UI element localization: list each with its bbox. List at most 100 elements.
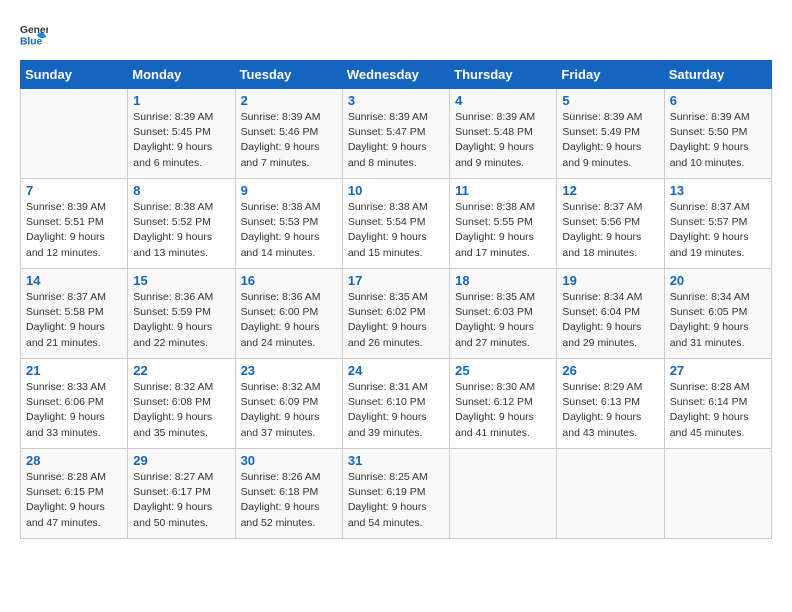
day-info: Sunrise: 8:35 AM Sunset: 6:02 PM Dayligh… (348, 290, 444, 351)
day-cell: 12 Sunrise: 8:37 AM Sunset: 5:56 PM Dayli… (557, 179, 664, 269)
day-number: 12 (562, 183, 658, 198)
day-cell: 1 Sunrise: 8:39 AM Sunset: 5:45 PM Daylig… (128, 89, 235, 179)
week-row-2: 7 Sunrise: 8:39 AM Sunset: 5:51 PM Daylig… (21, 179, 772, 269)
column-header-saturday: Saturday (664, 61, 771, 89)
day-info: Sunrise: 8:32 AM Sunset: 6:08 PM Dayligh… (133, 380, 229, 441)
day-number: 19 (562, 273, 658, 288)
day-cell: 27 Sunrise: 8:28 AM Sunset: 6:14 PM Dayli… (664, 359, 771, 449)
day-info: Sunrise: 8:39 AM Sunset: 5:47 PM Dayligh… (348, 110, 444, 171)
day-cell: 26 Sunrise: 8:29 AM Sunset: 6:13 PM Dayli… (557, 359, 664, 449)
day-number: 16 (241, 273, 337, 288)
day-cell: 21Sunrise: 8:33 AM Sunset: 6:06 PM Dayli… (21, 359, 128, 449)
day-cell: 20 Sunrise: 8:34 AM Sunset: 6:05 PM Dayli… (664, 269, 771, 359)
logo-icon: General Blue (20, 20, 48, 48)
day-info: Sunrise: 8:37 AM Sunset: 5:56 PM Dayligh… (562, 200, 658, 261)
day-cell: 29 Sunrise: 8:27 AM Sunset: 6:17 PM Dayli… (128, 449, 235, 539)
day-info: Sunrise: 8:39 AM Sunset: 5:51 PM Dayligh… (26, 200, 122, 261)
day-cell: 2 Sunrise: 8:39 AM Sunset: 5:46 PM Daylig… (235, 89, 342, 179)
day-info: Sunrise: 8:37 AM Sunset: 5:57 PM Dayligh… (670, 200, 766, 261)
day-number: 25 (455, 363, 551, 378)
day-number: 18 (455, 273, 551, 288)
week-row-4: 21Sunrise: 8:33 AM Sunset: 6:06 PM Dayli… (21, 359, 772, 449)
day-number: 4 (455, 93, 551, 108)
day-info: Sunrise: 8:38 AM Sunset: 5:53 PM Dayligh… (241, 200, 337, 261)
calendar-header: General Blue (20, 20, 772, 48)
day-cell: 11 Sunrise: 8:38 AM Sunset: 5:55 PM Dayli… (450, 179, 557, 269)
day-info: Sunrise: 8:33 AM Sunset: 6:06 PM Dayligh… (26, 380, 122, 441)
day-number: 13 (670, 183, 766, 198)
day-cell: 17 Sunrise: 8:35 AM Sunset: 6:02 PM Dayli… (342, 269, 449, 359)
day-info: Sunrise: 8:32 AM Sunset: 6:09 PM Dayligh… (241, 380, 337, 441)
day-number: 11 (455, 183, 551, 198)
week-row-3: 14 Sunrise: 8:37 AM Sunset: 5:58 PM Dayli… (21, 269, 772, 359)
day-number: 6 (670, 93, 766, 108)
day-number: 7 (26, 183, 122, 198)
column-header-thursday: Thursday (450, 61, 557, 89)
day-number: 2 (241, 93, 337, 108)
day-number: 26 (562, 363, 658, 378)
day-info: Sunrise: 8:35 AM Sunset: 6:03 PM Dayligh… (455, 290, 551, 351)
day-info: Sunrise: 8:28 AM Sunset: 6:14 PM Dayligh… (670, 380, 766, 441)
day-cell: 30Sunrise: 8:26 AM Sunset: 6:18 PM Dayli… (235, 449, 342, 539)
day-cell: 7 Sunrise: 8:39 AM Sunset: 5:51 PM Daylig… (21, 179, 128, 269)
day-info: Sunrise: 8:39 AM Sunset: 5:48 PM Dayligh… (455, 110, 551, 171)
day-info: Sunrise: 8:31 AM Sunset: 6:10 PM Dayligh… (348, 380, 444, 441)
day-cell: 14 Sunrise: 8:37 AM Sunset: 5:58 PM Dayli… (21, 269, 128, 359)
week-row-1: 1 Sunrise: 8:39 AM Sunset: 5:45 PM Daylig… (21, 89, 772, 179)
day-info: Sunrise: 8:38 AM Sunset: 5:55 PM Dayligh… (455, 200, 551, 261)
column-header-friday: Friday (557, 61, 664, 89)
day-info: Sunrise: 8:30 AM Sunset: 6:12 PM Dayligh… (455, 380, 551, 441)
day-cell: 28Sunrise: 8:28 AM Sunset: 6:15 PM Dayli… (21, 449, 128, 539)
day-number: 23 (241, 363, 337, 378)
day-cell: 4 Sunrise: 8:39 AM Sunset: 5:48 PM Daylig… (450, 89, 557, 179)
day-info: Sunrise: 8:38 AM Sunset: 5:54 PM Dayligh… (348, 200, 444, 261)
day-cell: 5 Sunrise: 8:39 AM Sunset: 5:49 PM Daylig… (557, 89, 664, 179)
day-number: 22 (133, 363, 229, 378)
day-number: 20 (670, 273, 766, 288)
day-cell: 19 Sunrise: 8:34 AM Sunset: 6:04 PM Dayli… (557, 269, 664, 359)
day-cell: 16Sunrise: 8:36 AM Sunset: 6:00 PM Dayli… (235, 269, 342, 359)
day-info: Sunrise: 8:34 AM Sunset: 6:05 PM Dayligh… (670, 290, 766, 351)
day-info: Sunrise: 8:29 AM Sunset: 6:13 PM Dayligh… (562, 380, 658, 441)
day-number: 1 (133, 93, 229, 108)
day-number: 24 (348, 363, 444, 378)
calendar-table: SundayMondayTuesdayWednesdayThursdayFrid… (20, 60, 772, 539)
day-number: 17 (348, 273, 444, 288)
day-cell: 8Sunrise: 8:38 AM Sunset: 5:52 PM Daylig… (128, 179, 235, 269)
day-number: 27 (670, 363, 766, 378)
svg-text:Blue: Blue (20, 36, 43, 47)
day-cell (450, 449, 557, 539)
day-cell: 10 Sunrise: 8:38 AM Sunset: 5:54 PM Dayli… (342, 179, 449, 269)
day-cell (21, 89, 128, 179)
week-row-5: 28Sunrise: 8:28 AM Sunset: 6:15 PM Dayli… (21, 449, 772, 539)
day-number: 3 (348, 93, 444, 108)
day-number: 9 (241, 183, 337, 198)
day-cell: 6Sunrise: 8:39 AM Sunset: 5:50 PM Daylig… (664, 89, 771, 179)
day-info: Sunrise: 8:39 AM Sunset: 5:45 PM Dayligh… (133, 110, 229, 171)
column-header-sunday: Sunday (21, 61, 128, 89)
day-number: 15 (133, 273, 229, 288)
day-number: 28 (26, 453, 122, 468)
day-cell: 23 Sunrise: 8:32 AM Sunset: 6:09 PM Dayli… (235, 359, 342, 449)
logo: General Blue (20, 20, 48, 48)
day-info: Sunrise: 8:27 AM Sunset: 6:17 PM Dayligh… (133, 470, 229, 531)
column-header-tuesday: Tuesday (235, 61, 342, 89)
day-cell: 15Sunrise: 8:36 AM Sunset: 5:59 PM Dayli… (128, 269, 235, 359)
day-info: Sunrise: 8:39 AM Sunset: 5:49 PM Dayligh… (562, 110, 658, 171)
day-cell: 18 Sunrise: 8:35 AM Sunset: 6:03 PM Dayli… (450, 269, 557, 359)
calendar-header-row: SundayMondayTuesdayWednesdayThursdayFrid… (21, 61, 772, 89)
day-number: 5 (562, 93, 658, 108)
day-cell: 13 Sunrise: 8:37 AM Sunset: 5:57 PM Dayli… (664, 179, 771, 269)
day-number: 8 (133, 183, 229, 198)
day-cell: 9 Sunrise: 8:38 AM Sunset: 5:53 PM Daylig… (235, 179, 342, 269)
day-number: 14 (26, 273, 122, 288)
column-header-monday: Monday (128, 61, 235, 89)
day-cell: 22 Sunrise: 8:32 AM Sunset: 6:08 PM Dayli… (128, 359, 235, 449)
day-cell (664, 449, 771, 539)
day-cell: 25 Sunrise: 8:30 AM Sunset: 6:12 PM Dayli… (450, 359, 557, 449)
day-info: Sunrise: 8:39 AM Sunset: 5:46 PM Dayligh… (241, 110, 337, 171)
day-info: Sunrise: 8:34 AM Sunset: 6:04 PM Dayligh… (562, 290, 658, 351)
day-info: Sunrise: 8:37 AM Sunset: 5:58 PM Dayligh… (26, 290, 122, 351)
day-number: 10 (348, 183, 444, 198)
day-number: 29 (133, 453, 229, 468)
